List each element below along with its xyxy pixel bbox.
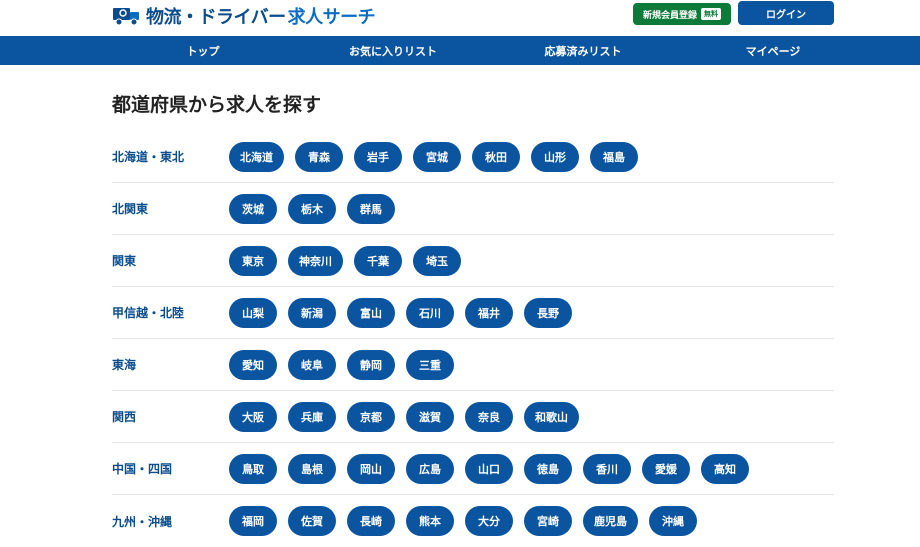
region-row: 関西 大阪 兵庫 京都 滋賀 奈良 和歌山 [112, 391, 834, 443]
prefecture-button[interactable]: 石川 [406, 297, 454, 328]
free-badge: 無料 [701, 8, 721, 20]
region-row: 九州・沖縄 福岡 佐賀 長崎 熊本 大分 宮崎 鹿児島 沖縄 [112, 495, 834, 547]
prefecture-button[interactable]: 香川 [583, 453, 631, 484]
prefecture-button[interactable]: 三重 [406, 349, 454, 380]
main-nav: トップ お気に入りリスト 応募済みリスト マイページ [0, 36, 920, 65]
prefecture-button[interactable]: 兵庫 [288, 401, 336, 432]
prefecture-button[interactable]: 佐賀 [288, 506, 336, 536]
region-label: 中国・四国 [112, 462, 173, 476]
prefecture-buttons: 福岡 佐賀 長崎 熊本 大分 宮崎 鹿児島 沖縄 [229, 506, 697, 536]
prefecture-buttons: 東京 神奈川 千葉 埼玉 [229, 245, 461, 276]
region-label: 関西 [112, 410, 137, 424]
prefecture-button[interactable]: 宮城 [413, 141, 461, 172]
nav-item-applied[interactable]: 応募済みリスト [488, 43, 678, 59]
prefecture-button[interactable]: 福井 [465, 297, 513, 328]
prefecture-button[interactable]: 秋田 [472, 141, 520, 172]
prefecture-buttons: 鳥取 島根 岡山 広島 山口 徳島 香川 愛媛 高知 [229, 453, 749, 484]
region-label: 東海 [112, 358, 137, 372]
region-row: 北関東 茨城 栃木 群馬 [112, 183, 834, 235]
logo-name: 物流・ドライバー [146, 7, 286, 28]
nav-item-mypage[interactable]: マイページ [678, 43, 868, 59]
prefecture-button[interactable]: 鳥取 [229, 453, 277, 484]
prefecture-button[interactable]: 高知 [701, 453, 749, 484]
prefecture-button[interactable]: 栃木 [288, 193, 336, 224]
region-list: 北海道・東北 北海道 青森 岩手 宮城 秋田 山形 福島北関東 茨城 栃木 群馬関東 東京 神奈川 千葉埼… [112, 131, 834, 547]
region-label: 関東 [112, 254, 137, 268]
prefecture-button[interactable]: 岩手 [354, 141, 402, 172]
site-header: 物流・ドライバー 求人サーチ 新規会員登録 無料 ログイン [0, 0, 920, 36]
prefecture-button[interactable]: 長崎 [347, 506, 395, 536]
prefecture-button[interactable]: 岡山 [347, 453, 395, 484]
prefecture-button[interactable]: 新潟 [288, 297, 336, 328]
prefecture-button[interactable]: 埼玉 [413, 245, 461, 276]
logo-sub: 求人サーチ [287, 7, 376, 28]
prefecture-button[interactable]: 大阪 [229, 401, 277, 432]
prefecture-button[interactable]: 滋賀 [406, 401, 454, 432]
region-row: 中国・四国 鳥取 島根 岡山 広島 山口 徳島 香川 愛媛 高知 [112, 443, 834, 495]
truck-icon [113, 8, 139, 26]
prefecture-button[interactable]: 愛知 [229, 349, 277, 380]
prefecture-buttons: 愛知 岐阜 静岡 三重 [229, 349, 454, 380]
region-row: 甲信越・北陸 山梨 新潟 富山 石川 福井 長野 [112, 287, 834, 339]
prefecture-button[interactable]: 富山 [347, 297, 395, 328]
prefecture-button[interactable]: 京都 [347, 401, 395, 432]
prefecture-button[interactable]: 奈良 [465, 401, 513, 432]
prefecture-button[interactable]: 長野 [524, 297, 572, 328]
prefecture-buttons: 大阪 兵庫 京都 滋賀 奈良 和歌山 [229, 401, 579, 432]
region-row: 東海 愛知 岐阜 静岡 三重 [112, 339, 834, 391]
prefecture-button[interactable]: 山口 [465, 453, 513, 484]
prefecture-button[interactable]: 沖縄 [649, 506, 697, 536]
region-label: 九州・沖縄 [112, 514, 173, 529]
prefecture-buttons: 北海道 青森 岩手 宮城 秋田 山形 福島 [229, 141, 638, 172]
prefecture-button[interactable]: 大分 [465, 506, 513, 536]
prefecture-button[interactable]: 青森 [295, 141, 343, 172]
prefecture-button[interactable]: 鹿児島 [583, 506, 638, 536]
prefecture-button[interactable]: 神奈川 [288, 245, 343, 276]
prefecture-button[interactable]: 北海道 [229, 141, 284, 172]
prefecture-button[interactable]: 広島 [406, 453, 454, 484]
prefecture-button[interactable]: 島根 [288, 453, 336, 484]
prefecture-button[interactable]: 福島 [590, 141, 638, 172]
prefecture-button[interactable]: 東京 [229, 245, 277, 276]
page-title: 都道府県から求人を探す [112, 94, 322, 116]
prefecture-button[interactable]: 茨城 [229, 193, 277, 224]
region-row: 北海道・東北 北海道 青森 岩手 宮城 秋田 山形 福島 [112, 131, 834, 183]
prefecture-buttons: 茨城 栃木 群馬 [229, 193, 395, 224]
site-logo[interactable]: 物流・ドライバー 求人サーチ [112, 3, 376, 29]
prefecture-button[interactable]: 徳島 [524, 453, 572, 484]
prefecture-button[interactable]: 宮崎 [524, 506, 572, 536]
prefecture-button[interactable]: 千葉 [354, 245, 402, 276]
register-button[interactable]: 新規会員登録 無料 [633, 3, 731, 25]
region-label: 北海道・東北 [112, 150, 185, 164]
nav-item-top[interactable]: トップ [108, 43, 298, 59]
prefecture-buttons: 山梨 新潟 富山 石川 福井 長野 [229, 297, 572, 328]
prefecture-button[interactable]: 和歌山 [524, 401, 579, 432]
prefecture-button[interactable]: 山形 [531, 141, 579, 172]
nav-item-favorites[interactable]: お気に入りリスト [298, 43, 488, 59]
prefecture-button[interactable]: 静岡 [347, 349, 395, 380]
prefecture-button[interactable]: 群馬 [347, 193, 395, 224]
prefecture-button[interactable]: 福岡 [229, 506, 277, 536]
region-label: 北関東 [112, 202, 149, 216]
prefecture-button[interactable]: 愛媛 [642, 453, 690, 484]
prefecture-button[interactable]: 山梨 [229, 297, 277, 328]
register-label: 新規会員登録 [642, 10, 697, 21]
region-label: 甲信越・北陸 [112, 306, 185, 320]
prefecture-button[interactable]: 熊本 [406, 506, 454, 536]
login-button[interactable]: ログイン [738, 1, 834, 25]
region-row: 関東 東京 神奈川 千葉 埼玉 [112, 235, 834, 287]
prefecture-button[interactable]: 岐阜 [288, 349, 336, 380]
